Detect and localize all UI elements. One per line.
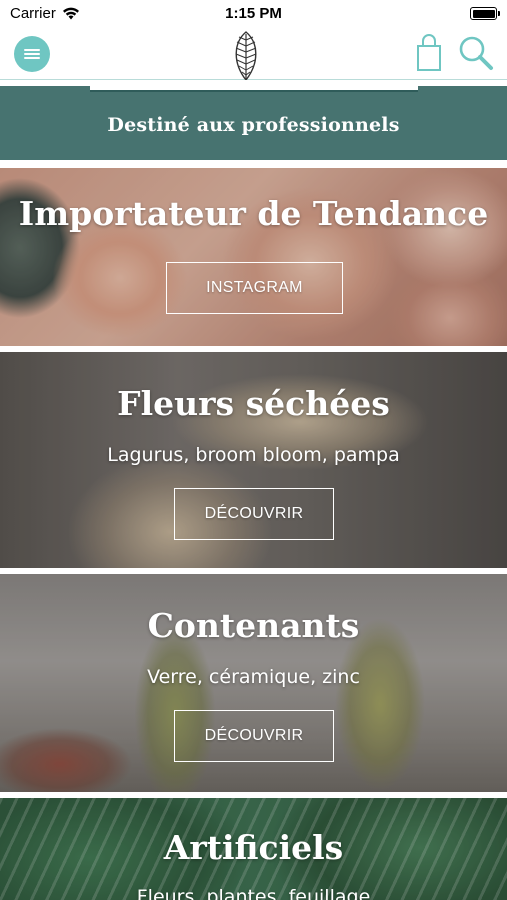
card-title: Importateur de Tendance <box>18 194 489 233</box>
nav-bar <box>0 28 507 84</box>
status-time: 1:15 PM <box>225 5 282 22</box>
category-card-trend-importer[interactable]: Importateur de Tendance INSTAGRAM <box>0 168 507 346</box>
hamburger-menu-icon[interactable] <box>14 36 50 72</box>
battery-icon <box>470 7 500 20</box>
card-title: Artificiels <box>163 828 344 867</box>
card-title: Contenants <box>147 606 360 645</box>
instagram-button[interactable]: INSTAGRAM <box>166 262 343 314</box>
professional-banner-label: Destiné aux professionnels <box>107 114 400 136</box>
card-subtitle: Lagurus, broom bloom, pampa <box>107 444 400 466</box>
status-bar: Carrier 1:15 PM <box>0 0 507 28</box>
discover-button[interactable]: DÉCOUVRIR <box>174 710 334 762</box>
category-card-containers[interactable]: Contenants Verre, céramique, zinc DÉCOUV… <box>0 574 507 792</box>
card-title: Fleurs séchées <box>117 384 390 423</box>
nav-tab-indicator <box>90 80 418 92</box>
search-icon[interactable] <box>457 34 495 72</box>
shopping-bag-icon[interactable] <box>414 34 444 72</box>
category-card-artificial[interactable]: Artificiels Fleurs, plantes, feuillage <box>0 798 507 900</box>
professional-banner[interactable]: Destiné aux professionnels <box>0 86 507 160</box>
category-card-dried-flowers[interactable]: Fleurs séchées Lagurus, broom bloom, pam… <box>0 352 507 568</box>
leaf-logo-icon[interactable] <box>226 28 266 86</box>
card-subtitle: Verre, céramique, zinc <box>147 666 360 688</box>
card-subtitle: Fleurs, plantes, feuillage <box>136 886 371 900</box>
discover-button[interactable]: DÉCOUVRIR <box>174 488 334 540</box>
